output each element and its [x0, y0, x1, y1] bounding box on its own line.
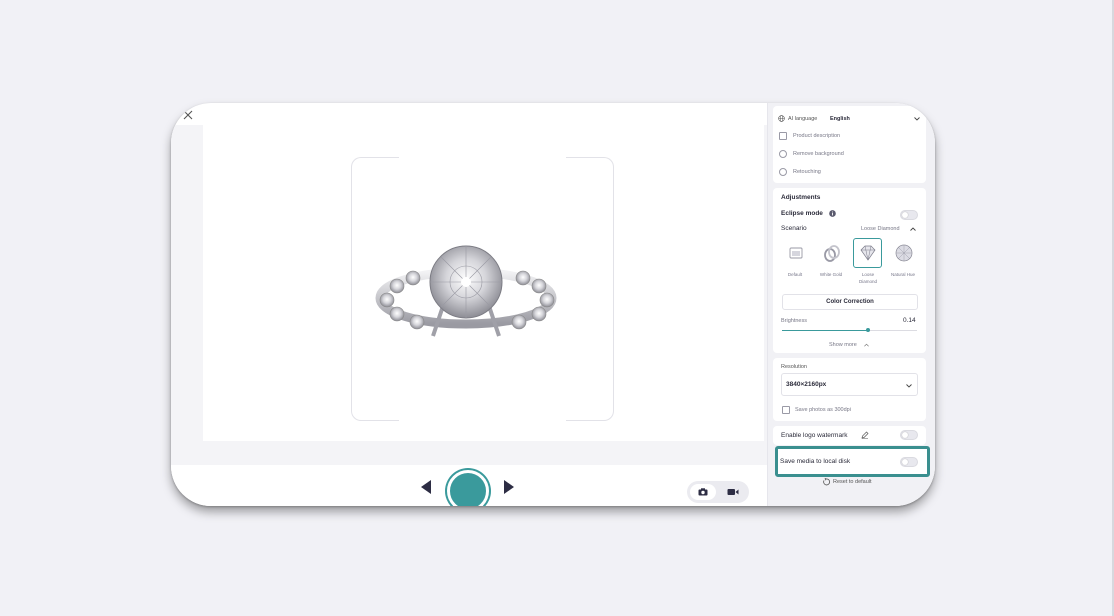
scenario-default-label: Default [787, 272, 803, 277]
shutter-button[interactable] [447, 470, 489, 506]
resolution-select[interactable]: 3840×2160px [781, 373, 918, 396]
save-local-disk-label: Save media to local disk [780, 458, 851, 465]
ai-language-value[interactable]: English [830, 116, 850, 122]
remove-background-label: Remove background [793, 151, 844, 157]
save-local-disk-toggle[interactable] [900, 457, 918, 467]
chevron-down-icon[interactable] [914, 117, 920, 121]
scenario-white-gold-label: White Gold [819, 272, 843, 277]
chevron-up-icon[interactable] [910, 227, 916, 231]
logo-watermark-row: Enable logo watermark [773, 426, 926, 445]
viewer-area [171, 103, 767, 506]
save-local-disk-row: Save media to local disk [775, 446, 930, 477]
resolution-title: Resolution [781, 364, 807, 370]
globe-icon [778, 115, 785, 122]
logo-watermark-label: Enable logo watermark [781, 432, 848, 439]
resolution-section: Resolution 3840×2160px Save photos as 30… [773, 358, 926, 421]
video-camera-icon[interactable] [720, 484, 746, 500]
eclipse-mode-toggle[interactable] [900, 210, 918, 220]
remove-background-radio[interactable] [779, 150, 787, 158]
brightness-label: Brightness [781, 318, 807, 324]
scenario-natural-hue-label: Natural Hue [890, 272, 915, 277]
scenario-loose-diamond-label: Loose Diamond [858, 272, 877, 284]
focus-frame-corner [351, 157, 399, 205]
close-icon[interactable] [181, 108, 195, 122]
focus-frame-corner [351, 373, 399, 421]
diamond-ring-image [375, 245, 557, 337]
retouching-radio[interactable] [779, 168, 787, 176]
show-more-link[interactable]: Show more [829, 342, 857, 348]
white-gold-ring-icon [823, 245, 840, 262]
logo-watermark-toggle[interactable] [900, 430, 918, 440]
next-arrow-icon[interactable] [504, 480, 514, 494]
edit-pencil-icon[interactable] [861, 431, 869, 439]
previous-arrow-icon[interactable] [421, 480, 431, 494]
brightness-slider-handle[interactable] [866, 328, 870, 332]
retouching-label: Retouching [793, 169, 821, 175]
save-300dpi-label: Save photos as 300dpi [795, 407, 851, 413]
scenario-loose-diamond[interactable] [853, 238, 882, 268]
reset-icon[interactable] [822, 478, 830, 486]
info-icon[interactable] [829, 210, 836, 217]
scenario-value[interactable]: Loose Diamond [861, 226, 900, 232]
product-description-checkbox[interactable] [779, 132, 787, 140]
scenario-natural-hue[interactable] [889, 238, 918, 268]
brightness-slider-fill [782, 330, 868, 331]
scenario-white-gold[interactable] [817, 238, 846, 268]
capture-toolbar [171, 465, 767, 506]
focus-frame-corner [566, 373, 614, 421]
natural-hue-gem-icon [895, 244, 912, 262]
capture-mode-toggle [687, 481, 749, 503]
ai-language-label: AI language [788, 116, 818, 122]
resolution-value: 3840×2160px [786, 381, 827, 388]
save-300dpi-checkbox[interactable] [782, 406, 790, 414]
scenario-default[interactable] [781, 238, 810, 268]
focus-frame-corner [566, 157, 614, 205]
product-description-label: Product description [793, 133, 841, 139]
adjustments-section: Adjustments Eclipse mode Scenario Loose … [773, 188, 926, 353]
camera-icon[interactable] [690, 484, 716, 500]
diamond-icon [860, 245, 875, 261]
default-scenario-icon [789, 247, 802, 259]
scenario-label: Scenario [781, 225, 807, 232]
ai-section: AI language English Product description … [773, 106, 926, 183]
adjustments-title: Adjustments [781, 194, 821, 201]
reset-to-default-link[interactable]: Reset to default [833, 479, 872, 485]
chevron-down-icon [906, 384, 912, 388]
brightness-value: 0.14 [903, 317, 916, 324]
eclipse-mode-label: Eclipse mode [781, 210, 823, 217]
color-correction-button[interactable]: Color Correction [782, 294, 918, 310]
chevron-up-small-icon [864, 343, 869, 347]
